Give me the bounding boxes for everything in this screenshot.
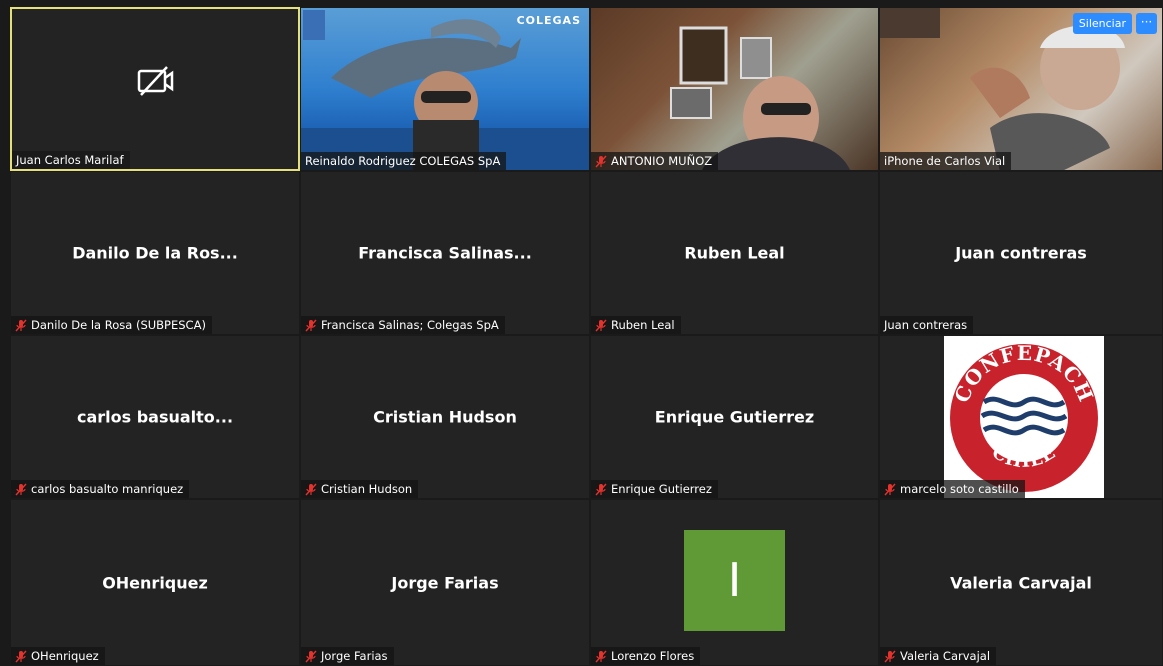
participant-tile[interactable]: Juan contreras Juan contreras	[879, 171, 1163, 335]
participant-label: Juan contreras	[880, 316, 974, 334]
mic-muted-icon	[15, 483, 27, 495]
participant-label: Lorenzo Flores	[591, 647, 701, 665]
confepach-logo: CONFEPACH CHILE	[944, 336, 1104, 498]
participant-name: ANTONIO MUÑOZ	[611, 154, 713, 168]
participant-tile[interactable]: Ruben Leal Ruben Leal	[590, 171, 879, 335]
participant-tile[interactable]: Cristian Hudson Cristian Hudson	[300, 335, 590, 499]
participant-name: marcelo soto castillo	[900, 482, 1019, 496]
participant-display-name: Enrique Gutierrez	[654, 407, 815, 427]
participant-video-tile[interactable]: ANTONIO MUÑOZ	[590, 7, 879, 171]
participant-label: Valeria Carvajal	[880, 647, 997, 665]
participant-display-name: Valeria Carvajal	[950, 573, 1092, 592]
mic-muted-icon	[595, 650, 607, 662]
participant-name: Valeria Carvajal	[900, 649, 991, 663]
participant-tile[interactable]: Juan Carlos Marilaf	[10, 7, 300, 171]
participant-display-name: Francisca Salinas...	[358, 243, 532, 263]
participant-name: carlos basualto manriquez	[31, 482, 184, 496]
mic-muted-icon	[884, 483, 896, 495]
participant-video	[301, 10, 589, 170]
participant-name: Ruben Leal	[611, 318, 675, 332]
mic-muted-icon	[884, 650, 896, 662]
mic-muted-icon	[15, 319, 27, 331]
participant-name: Jorge Farias	[321, 649, 388, 663]
participant-tile[interactable]: Valeria Carvajal Valeria Carvajal	[879, 499, 1163, 666]
participant-display-name: Juan contreras	[955, 243, 1087, 263]
participant-name: Juan contreras	[884, 318, 968, 332]
participant-label: Reinaldo Rodriguez COLEGAS SpA	[301, 152, 507, 170]
participant-display-name: carlos basualto...	[76, 407, 234, 427]
participant-name: Enrique Gutierrez	[611, 482, 712, 496]
participant-video-tile[interactable]: CONFEPACH CHILE marcelo soto castillo	[879, 335, 1163, 499]
participant-tile[interactable]: I Lorenzo Flores	[590, 499, 879, 666]
participant-name: Lorenzo Flores	[611, 649, 695, 663]
participant-video	[670, 26, 850, 170]
participant-display-name: Cristian Hudson	[373, 407, 517, 427]
participant-name: Francisca Salinas; Colegas SpA	[321, 318, 499, 332]
participant-name: iPhone de Carlos Vial	[884, 154, 1006, 168]
participant-name: OHenriquez	[31, 649, 99, 663]
mute-button[interactable]: Silenciar	[1072, 13, 1132, 34]
participant-tile[interactable]: OHenriquez OHenriquez	[10, 499, 300, 666]
participant-label: carlos basualto manriquez	[11, 480, 190, 498]
mic-muted-icon	[305, 319, 317, 331]
participant-tile[interactable]: Jorge Farias Jorge Farias	[300, 499, 590, 666]
participant-label: Enrique Gutierrez	[591, 480, 718, 498]
participant-label: Juan Carlos Marilaf	[12, 151, 130, 169]
avatar-initial: I	[684, 530, 785, 631]
more-options-button[interactable]: ···	[1136, 13, 1157, 34]
participant-name: Reinaldo Rodriguez COLEGAS SpA	[305, 154, 501, 168]
participant-label: Francisca Salinas; Colegas SpA	[301, 316, 505, 334]
participant-tile[interactable]: Francisca Salinas... Francisca Salinas; …	[300, 171, 590, 335]
confepach-logo-graphic: CONFEPACH CHILE	[949, 341, 1098, 492]
participant-tile[interactable]: carlos basualto... carlos basualto manri…	[10, 335, 300, 499]
participant-label: OHenriquez	[11, 647, 105, 665]
mic-muted-icon	[15, 650, 27, 662]
participant-label: marcelo soto castillo	[880, 480, 1025, 498]
video-off-icon	[137, 66, 174, 96]
participant-display-name: Jorge Farias	[391, 573, 499, 592]
participant-label: Ruben Leal	[591, 316, 681, 334]
participant-video-tile[interactable]: COLEGAS Reinaldo Rodriguez COLEGAS SpA	[300, 7, 590, 171]
participant-label: iPhone de Carlos Vial	[880, 152, 1012, 170]
colegas-logo-text: COLEGAS	[516, 14, 581, 27]
mic-muted-icon	[305, 650, 317, 662]
participant-display-name: Ruben Leal	[684, 243, 785, 263]
participant-label: ANTONIO MUÑOZ	[591, 152, 719, 170]
participant-tile[interactable]: Enrique Gutierrez Enrique Gutierrez	[590, 335, 879, 499]
participant-label: Danilo De la Rosa (SUBPESCA)	[11, 316, 212, 334]
participant-video-tile[interactable]: Silenciar ··· iPhone de Carlos Vial	[879, 7, 1163, 171]
participant-tile[interactable]: Danilo De la Ros... Danilo De la Rosa (S…	[10, 171, 300, 335]
participant-label: Cristian Hudson	[301, 480, 419, 498]
participant-name: Danilo De la Rosa (SUBPESCA)	[31, 318, 206, 332]
participant-display-name: Danilo De la Ros...	[72, 243, 238, 263]
participant-name: Juan Carlos Marilaf	[16, 153, 124, 167]
participant-display-name: OHenriquez	[102, 573, 208, 592]
mic-muted-icon	[595, 155, 607, 167]
mic-muted-icon	[595, 483, 607, 495]
video-gallery: Juan Carlos Marilaf COLEGAS Reinaldo Rod…	[10, 7, 1163, 666]
participant-name: Cristian Hudson	[321, 482, 413, 496]
mic-muted-icon	[305, 483, 317, 495]
participant-label: Jorge Farias	[301, 647, 394, 665]
mic-muted-icon	[595, 319, 607, 331]
